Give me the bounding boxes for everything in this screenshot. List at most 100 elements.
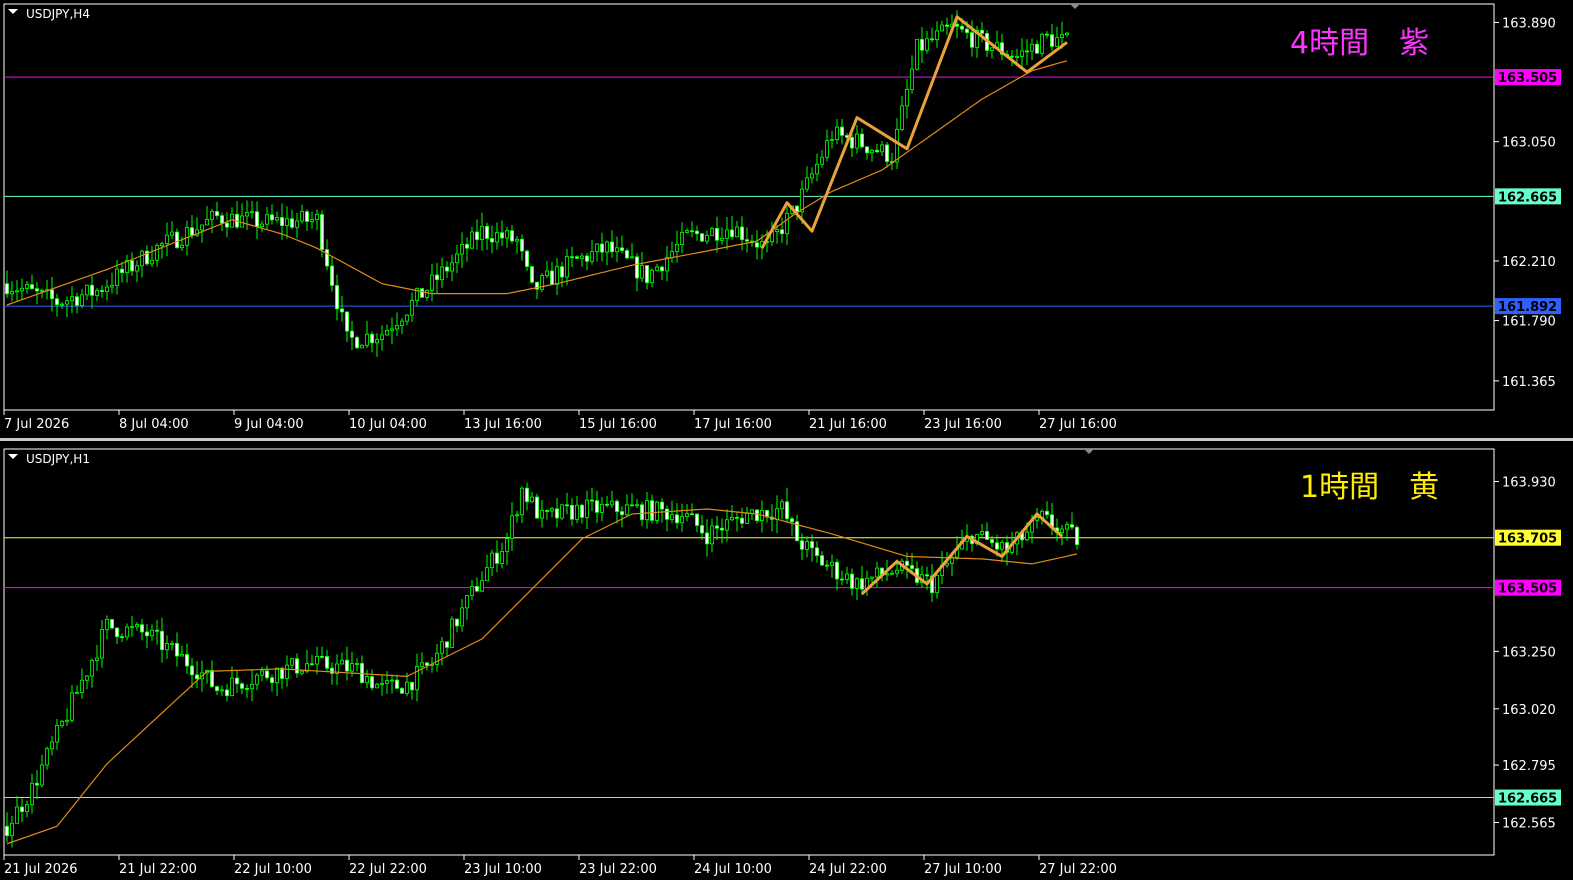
candle-body: [820, 555, 825, 566]
candle-body: [65, 719, 70, 722]
candle-body: [675, 514, 680, 524]
candle-body: [635, 256, 640, 279]
candle-body: [925, 574, 930, 577]
candle-body: [1065, 524, 1070, 530]
candle-body: [710, 525, 715, 545]
candle-body: [625, 250, 630, 259]
candle-body: [354, 336, 359, 349]
candle-body: [374, 339, 379, 344]
x-tick-label: 9 Jul 04:00: [234, 417, 304, 432]
candle-body: [755, 242, 760, 248]
candle-body: [209, 211, 214, 220]
candle-body: [740, 517, 745, 524]
candle-body: [364, 676, 369, 684]
candle-body: [780, 229, 785, 235]
candle-body: [454, 253, 459, 264]
candle-body: [805, 177, 810, 190]
candle-body: [560, 266, 565, 278]
candle-body: [389, 328, 394, 331]
candle-body: [550, 508, 555, 512]
candle-body: [910, 68, 915, 90]
candle-body: [670, 514, 675, 520]
candle-body: [990, 47, 995, 51]
candle-body: [925, 38, 930, 51]
candle-body: [199, 224, 204, 231]
x-tick-label: 22 Jul 10:00: [234, 862, 312, 877]
candle-body: [9, 290, 14, 295]
y-tick-label: 163.020: [1502, 703, 1556, 718]
candle-body: [289, 218, 294, 228]
x-tick-label: 15 Jul 16:00: [579, 417, 657, 432]
candle-body: [90, 660, 95, 677]
candle-body: [905, 89, 910, 107]
candle-body: [820, 156, 825, 165]
candle-body: [154, 629, 159, 632]
candle-body: [1060, 34, 1065, 39]
candle-body: [980, 531, 985, 535]
candle-body: [289, 658, 294, 666]
candle-body: [344, 311, 349, 332]
candle-body: [580, 504, 585, 518]
candle-body: [129, 260, 134, 272]
x-tick-label: 23 Jul 22:00: [579, 862, 657, 877]
candle-body: [555, 266, 560, 285]
panel-separator[interactable]: [0, 438, 1573, 441]
candle-body: [1025, 50, 1030, 53]
y-tick-label: 162.565: [1502, 817, 1556, 832]
candle-body: [219, 689, 224, 692]
candle-body: [100, 290, 105, 292]
candle-body: [95, 290, 100, 296]
candle-body: [404, 314, 409, 322]
candle-body: [695, 230, 700, 235]
candle-body: [244, 212, 249, 217]
candle-body: [29, 284, 34, 290]
candle-body: [705, 532, 710, 545]
candle-body: [620, 247, 625, 251]
candle-body: [5, 283, 10, 295]
candle-body: [80, 679, 85, 693]
candle-body: [40, 764, 45, 786]
candle-body: [655, 501, 660, 521]
candle-body: [489, 238, 494, 243]
candle-body: [1000, 542, 1005, 550]
x-tick-label: 21 Jul 22:00: [119, 862, 197, 877]
candle-body: [174, 231, 179, 249]
level-tag-label: 163.505: [1498, 582, 1557, 597]
candle-body: [550, 270, 555, 285]
candle-body: [129, 626, 134, 629]
candle-body: [1010, 55, 1015, 58]
candle-body: [110, 619, 115, 629]
candle-body: [40, 289, 45, 292]
y-tick-label: 161.365: [1502, 375, 1556, 390]
candle-body: [590, 251, 595, 262]
candle-body: [65, 300, 70, 305]
candle-body: [464, 243, 469, 249]
x-tick-label: 21 Jul 16:00: [809, 417, 887, 432]
candle-body: [645, 265, 650, 284]
candle-body: [895, 569, 900, 574]
y-tick-label: 162.795: [1502, 759, 1556, 774]
candle-body: [120, 268, 125, 274]
candle-body: [700, 233, 705, 242]
candle-body: [745, 239, 750, 242]
candle-body: [214, 211, 219, 217]
candle-body: [685, 230, 690, 233]
level-tag-label: 162.665: [1498, 792, 1557, 807]
candle-body: [159, 630, 164, 651]
candle-body: [930, 38, 935, 41]
candle-body: [55, 298, 60, 306]
candle-body: [469, 231, 474, 249]
candle-body: [835, 126, 840, 140]
candle-body: [545, 270, 550, 276]
candle-body: [60, 303, 65, 306]
candle-body: [339, 659, 344, 665]
candle-body: [685, 513, 690, 517]
candle-body: [755, 509, 760, 522]
candle-body: [965, 28, 970, 33]
candle-body: [1030, 43, 1035, 52]
candle-body: [1035, 43, 1040, 54]
candle-body: [990, 539, 995, 544]
candle-body: [585, 255, 590, 262]
candle-body: [870, 576, 875, 579]
candle-body: [865, 146, 870, 154]
